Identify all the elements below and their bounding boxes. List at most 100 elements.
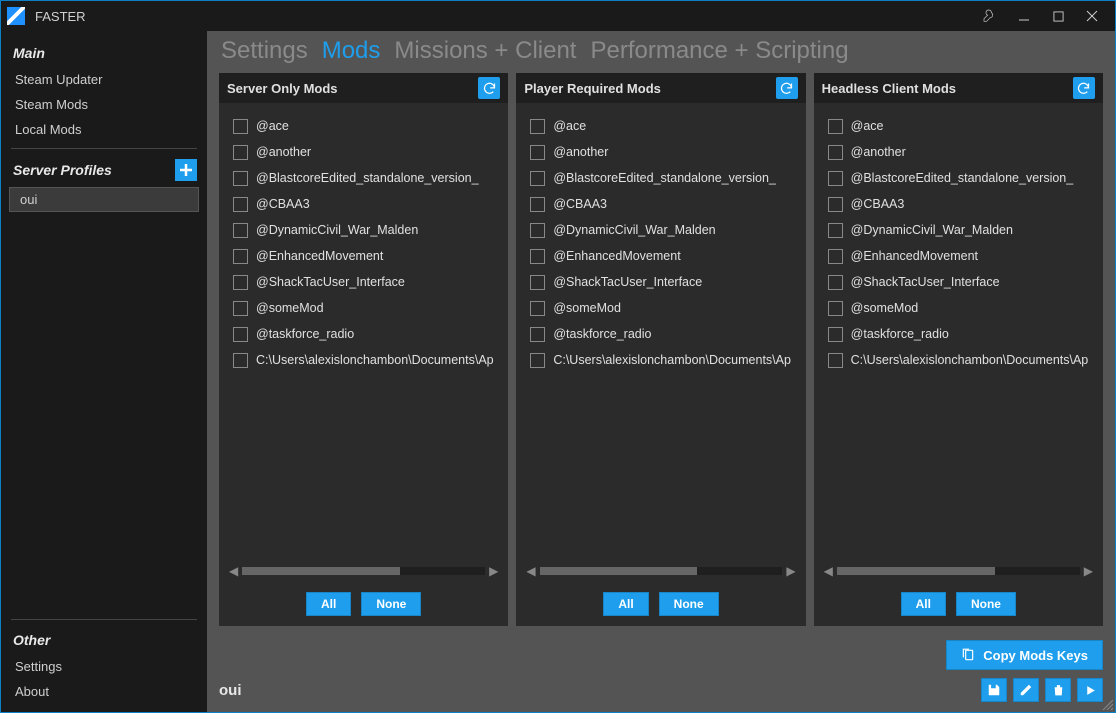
edit-button[interactable]	[1013, 678, 1039, 702]
mod-checkbox[interactable]	[530, 171, 545, 186]
settings-wrench-icon[interactable]	[973, 4, 1007, 28]
refresh-icon[interactable]	[776, 77, 798, 99]
mod-checkbox[interactable]	[233, 145, 248, 160]
mod-row[interactable]: @EnhancedMovement	[530, 243, 791, 269]
mod-checkbox[interactable]	[233, 197, 248, 212]
delete-button[interactable]	[1045, 678, 1071, 702]
mod-row[interactable]: @someMod	[233, 295, 494, 321]
sidebar-item-steam-updater[interactable]: Steam Updater	[1, 67, 207, 92]
horizontal-scrollbar[interactable]: ◀▶	[516, 560, 805, 582]
mod-row[interactable]: @CBAA3	[233, 191, 494, 217]
mod-row[interactable]: @ace	[233, 113, 494, 139]
mod-row[interactable]: @DynamicCivil_War_Malden	[233, 217, 494, 243]
mod-checkbox[interactable]	[828, 275, 843, 290]
mod-checkbox[interactable]	[828, 119, 843, 134]
mod-checkbox[interactable]	[828, 249, 843, 264]
mod-checkbox[interactable]	[828, 197, 843, 212]
mod-checkbox[interactable]	[530, 249, 545, 264]
mod-checkbox[interactable]	[233, 249, 248, 264]
scroll-right-icon[interactable]: ▶	[1084, 564, 1093, 578]
select-none-button[interactable]: None	[956, 592, 1016, 616]
mod-row[interactable]: @BlastcoreEdited_standalone_version_	[530, 165, 791, 191]
mod-checkbox[interactable]	[828, 353, 843, 368]
mod-checkbox[interactable]	[530, 275, 545, 290]
minimize-button[interactable]	[1007, 4, 1041, 28]
resize-grip-icon[interactable]	[1101, 698, 1113, 710]
mod-checkbox[interactable]	[233, 119, 248, 134]
sidebar-item-local-mods[interactable]: Local Mods	[1, 117, 207, 142]
mod-row[interactable]: @EnhancedMovement	[828, 243, 1089, 269]
refresh-icon[interactable]	[478, 77, 500, 99]
mod-checkbox[interactable]	[233, 171, 248, 186]
sidebar-item-steam-mods[interactable]: Steam Mods	[1, 92, 207, 117]
mod-checkbox[interactable]	[530, 145, 545, 160]
mods-column: Headless Client Mods@ace@another@Blastco…	[814, 73, 1103, 626]
mod-row[interactable]: @another	[233, 139, 494, 165]
sidebar-profile-item[interactable]: oui	[9, 187, 199, 212]
mod-row[interactable]: @BlastcoreEdited_standalone_version_	[233, 165, 494, 191]
maximize-button[interactable]	[1041, 4, 1075, 28]
mod-row[interactable]: C:\Users\alexislonchambon\Documents\Ap	[828, 347, 1089, 373]
mod-checkbox[interactable]	[530, 119, 545, 134]
close-button[interactable]	[1075, 4, 1109, 28]
mod-checkbox[interactable]	[530, 353, 545, 368]
tab-settings[interactable]: Settings	[221, 37, 308, 65]
mod-checkbox[interactable]	[233, 327, 248, 342]
select-none-button[interactable]: None	[659, 592, 719, 616]
mod-row[interactable]: @another	[530, 139, 791, 165]
mod-row[interactable]: @DynamicCivil_War_Malden	[828, 217, 1089, 243]
mod-row[interactable]: C:\Users\alexislonchambon\Documents\Ap	[530, 347, 791, 373]
horizontal-scrollbar[interactable]: ◀▶	[219, 560, 508, 582]
mod-checkbox[interactable]	[828, 327, 843, 342]
mod-checkbox[interactable]	[233, 301, 248, 316]
mod-row[interactable]: @taskforce_radio	[233, 321, 494, 347]
tab-missions-client[interactable]: Missions + Client	[394, 37, 576, 65]
mod-row[interactable]: @someMod	[530, 295, 791, 321]
mod-row[interactable]: @ace	[828, 113, 1089, 139]
mod-row[interactable]: @taskforce_radio	[828, 321, 1089, 347]
mod-row[interactable]: @taskforce_radio	[530, 321, 791, 347]
mod-checkbox[interactable]	[233, 275, 248, 290]
add-profile-button[interactable]	[175, 159, 197, 181]
tab-mods[interactable]: Mods	[322, 37, 381, 65]
select-all-button[interactable]: All	[603, 592, 648, 616]
mod-checkbox[interactable]	[530, 327, 545, 342]
mod-checkbox[interactable]	[530, 301, 545, 316]
select-all-button[interactable]: All	[306, 592, 351, 616]
select-none-button[interactable]: None	[361, 592, 421, 616]
mod-row[interactable]: @another	[828, 139, 1089, 165]
scroll-left-icon[interactable]: ◀	[526, 564, 535, 578]
mod-checkbox[interactable]	[828, 171, 843, 186]
scroll-right-icon[interactable]: ▶	[489, 564, 498, 578]
sidebar-item-about[interactable]: About	[1, 679, 207, 704]
mod-row[interactable]: @DynamicCivil_War_Malden	[530, 217, 791, 243]
mod-checkbox[interactable]	[828, 223, 843, 238]
select-all-button[interactable]: All	[901, 592, 946, 616]
mod-checkbox[interactable]	[530, 223, 545, 238]
play-button[interactable]	[1077, 678, 1103, 702]
copy-mods-keys-button[interactable]: Copy Mods Keys	[946, 640, 1103, 670]
mod-row[interactable]: @EnhancedMovement	[233, 243, 494, 269]
mod-row[interactable]: @ShackTacUser_Interface	[233, 269, 494, 295]
mod-row[interactable]: @CBAA3	[530, 191, 791, 217]
mod-row[interactable]: @BlastcoreEdited_standalone_version_	[828, 165, 1089, 191]
mod-checkbox[interactable]	[233, 353, 248, 368]
mod-row[interactable]: @ShackTacUser_Interface	[828, 269, 1089, 295]
scroll-left-icon[interactable]: ◀	[824, 564, 833, 578]
mod-row[interactable]: @ShackTacUser_Interface	[530, 269, 791, 295]
mod-row[interactable]: @someMod	[828, 295, 1089, 321]
mod-row[interactable]: C:\Users\alexislonchambon\Documents\Ap	[233, 347, 494, 373]
mod-row[interactable]: @CBAA3	[828, 191, 1089, 217]
mod-checkbox[interactable]	[828, 145, 843, 160]
scroll-right-icon[interactable]: ▶	[786, 564, 795, 578]
tab-performance-scripting[interactable]: Performance + Scripting	[590, 37, 848, 65]
mod-checkbox[interactable]	[530, 197, 545, 212]
sidebar-item-settings[interactable]: Settings	[1, 654, 207, 679]
save-button[interactable]	[981, 678, 1007, 702]
mod-checkbox[interactable]	[828, 301, 843, 316]
refresh-icon[interactable]	[1073, 77, 1095, 99]
scroll-left-icon[interactable]: ◀	[229, 564, 238, 578]
horizontal-scrollbar[interactable]: ◀▶	[814, 560, 1103, 582]
mod-checkbox[interactable]	[233, 223, 248, 238]
mod-row[interactable]: @ace	[530, 113, 791, 139]
